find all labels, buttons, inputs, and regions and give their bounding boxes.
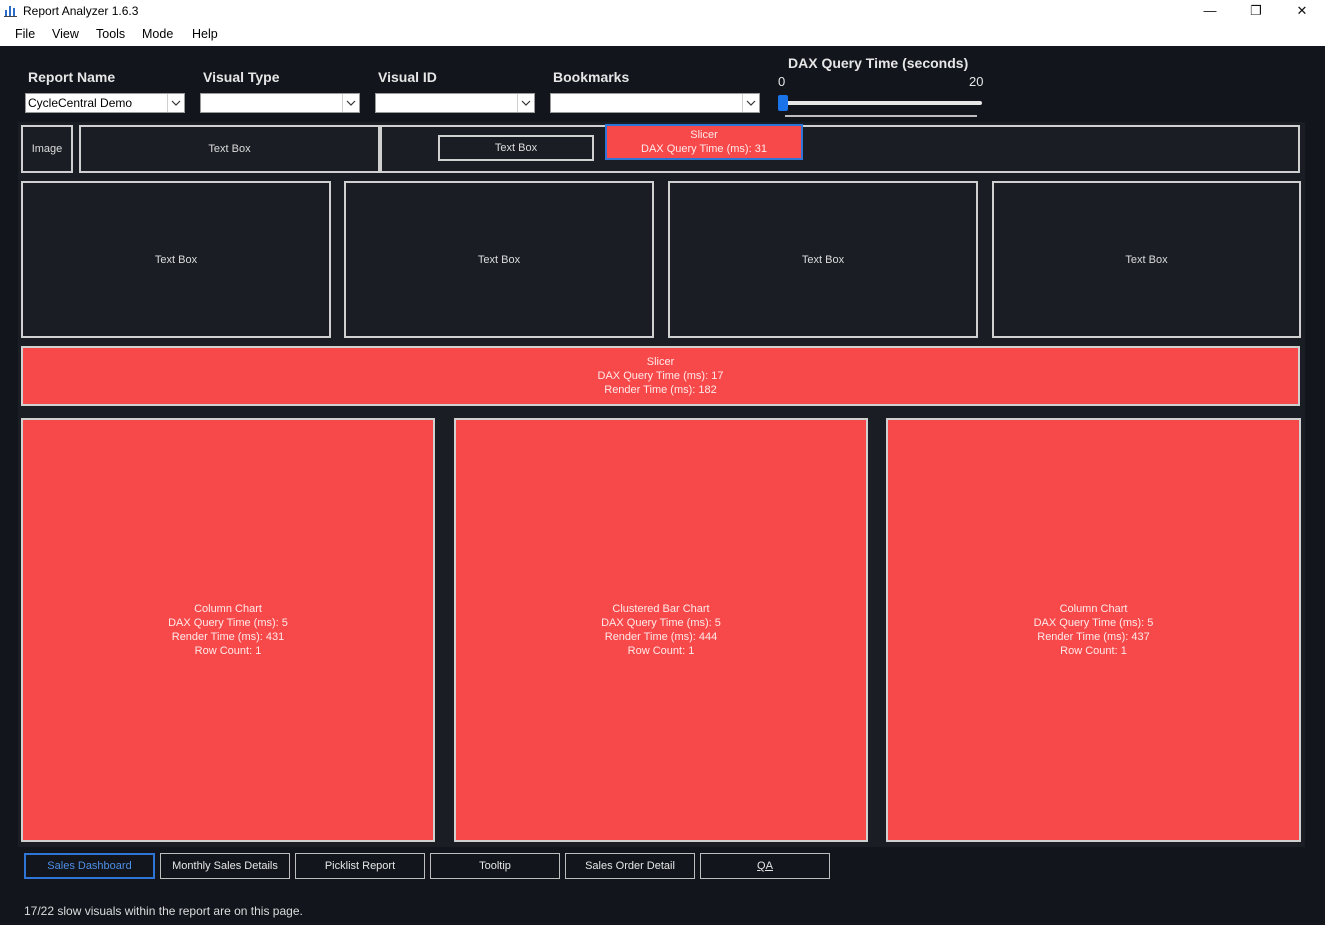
visual-type-label: Image [31, 143, 63, 155]
dax-time-label: DAX Query Time (ms): 17 [597, 370, 724, 382]
chevron-down-icon [342, 94, 359, 112]
dax-time-label: DAX Query Time (ms): 5 [601, 617, 721, 629]
visual-image[interactable]: Image [21, 125, 73, 173]
visual-textbox[interactable]: Text Box [21, 181, 331, 338]
visual-type-label: Text Box [154, 253, 198, 266]
menu-tools[interactable]: Tools [96, 27, 125, 41]
visual-type-label: Clustered Bar Chart [612, 603, 710, 615]
minimize-button[interactable]: — [1187, 0, 1233, 23]
slider-max-label: 20 [969, 74, 984, 89]
dax-slider-thumb[interactable] [778, 95, 788, 111]
status-text: 17/22 slow visuals within the report are… [24, 904, 303, 918]
menu-mode[interactable]: Mode [142, 27, 173, 41]
visual-type-label: Slicer [646, 356, 675, 368]
visual-type-label: Column Chart [1059, 603, 1128, 615]
render-time-label: Render Time (ms): 444 [604, 631, 718, 643]
tab-sales-order-detail[interactable]: Sales Order Detail [565, 853, 695, 879]
report-name-dropdown[interactable]: CycleCentral Demo [25, 93, 185, 113]
dax-query-time-label: DAX Query Time (seconds) [788, 55, 969, 71]
chevron-down-icon [742, 94, 759, 112]
visual-textbox[interactable]: Text Box [344, 181, 654, 338]
visual-textbox[interactable]: Text Box [438, 135, 594, 161]
main-panel: Report Name Visual Type Visual ID Bookma… [0, 46, 1325, 925]
app-chart-icon [4, 6, 17, 17]
visual-slicer-selected[interactable]: Slicer DAX Query Time (ms): 31 [605, 124, 803, 160]
maximize-button[interactable]: ❐ [1233, 0, 1279, 23]
row-count-label: Row Count: 1 [1060, 645, 1127, 657]
chevron-down-icon [167, 94, 184, 112]
visual-textbox[interactable]: Text Box [992, 181, 1301, 338]
chevron-down-icon [517, 94, 534, 112]
visual-type-label: Column Chart [194, 603, 262, 615]
row-count-label: Row Count: 1 [194, 645, 262, 657]
menu-file[interactable]: File [15, 27, 35, 41]
visual-textbox[interactable]: Text Box [668, 181, 978, 338]
visual-type-label: Text Box [477, 253, 521, 266]
visual-column-chart[interactable]: Column Chart DAX Query Time (ms): 5 Rend… [21, 418, 435, 842]
title-bar: Report Analyzer 1.6.3 — ❐ ✕ [0, 0, 1325, 23]
visual-type-label: Text Box [494, 142, 538, 154]
window-title: Report Analyzer 1.6.3 [23, 4, 139, 18]
render-time-label: Render Time (ms): 437 [1037, 631, 1150, 643]
visual-id-label: Visual ID [378, 69, 437, 85]
visual-slicer[interactable]: Slicer DAX Query Time (ms): 17 Render Ti… [21, 346, 1300, 406]
tab-sales-dashboard[interactable]: Sales Dashboard [24, 853, 155, 879]
visual-type-label: Text Box [801, 253, 845, 266]
dax-time-label: DAX Query Time (ms): 5 [1033, 617, 1154, 629]
visual-type-label: Visual Type [203, 69, 280, 85]
tab-picklist-report[interactable]: Picklist Report [295, 853, 425, 879]
row-count-label: Row Count: 1 [627, 645, 695, 657]
report-page-canvas: Image Text Box Text Box Slicer DAX Query… [18, 122, 1305, 847]
slider-min-label: 0 [778, 74, 786, 89]
visual-type-label: Slicer [690, 129, 718, 141]
visual-type-label: Text Box [1125, 253, 1168, 266]
visual-clustered-bar-chart[interactable]: Clustered Bar Chart DAX Query Time (ms):… [454, 418, 868, 842]
report-name-value: CycleCentral Demo [28, 96, 133, 110]
dax-time-label: DAX Query Time (ms): 5 [168, 617, 288, 629]
render-time-label: Render Time (ms): 182 [604, 384, 717, 396]
dax-slider-track[interactable] [783, 101, 982, 105]
render-time-label: Render Time (ms): 431 [171, 631, 285, 643]
menu-bar: File View Tools Mode Help [0, 23, 1325, 46]
menu-view[interactable]: View [52, 27, 79, 41]
tab-tooltip[interactable]: Tooltip [430, 853, 560, 879]
visual-type-label: Text Box [208, 143, 251, 155]
close-button[interactable]: ✕ [1279, 0, 1325, 23]
visual-type-dropdown[interactable] [200, 93, 360, 113]
menu-help[interactable]: Help [192, 27, 218, 41]
tab-monthly-sales-details[interactable]: Monthly Sales Details [160, 853, 290, 879]
tab-qa[interactable]: QA [700, 853, 830, 879]
bookmarks-dropdown[interactable] [550, 93, 760, 113]
slider-divider [785, 115, 977, 117]
visual-textbox[interactable]: Text Box [79, 125, 380, 173]
dax-time-label: DAX Query Time (ms): 31 [641, 143, 767, 155]
report-name-label: Report Name [28, 69, 116, 85]
visual-id-dropdown[interactable] [375, 93, 535, 113]
bookmarks-label: Bookmarks [553, 69, 630, 85]
visual-column-chart[interactable]: Column Chart DAX Query Time (ms): 5 Rend… [886, 418, 1301, 842]
